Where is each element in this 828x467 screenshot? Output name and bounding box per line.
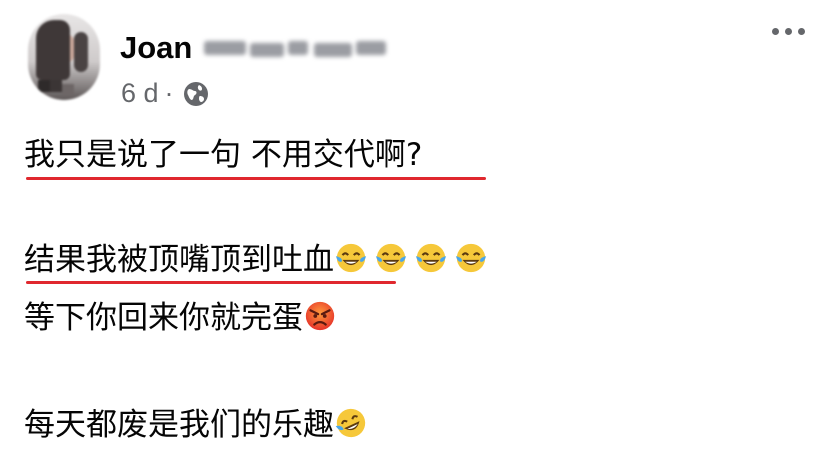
globe-icon[interactable] (182, 80, 210, 108)
red-underline-1 (26, 177, 486, 180)
tears-of-joy-emoji-icon (335, 243, 367, 273)
post-text-1: 我只是说了一句 不用交代啊? (24, 137, 423, 173)
angry-face-emoji-icon (305, 301, 335, 331)
post-meta: 6 d · (121, 78, 210, 109)
rolling-on-floor-laughing-emoji-icon (335, 408, 366, 438)
more-options-icon[interactable] (772, 28, 805, 35)
post-text-4: 每天都废是我们的乐趣 (24, 407, 334, 443)
post-text-line-1: 我只是说了一句 不用交代啊? (24, 135, 422, 175)
meta-separator: · (164, 78, 174, 108)
author-avatar[interactable] (28, 14, 100, 100)
tears-of-joy-emoji-icon (455, 243, 487, 273)
red-underline-2 (26, 281, 396, 284)
author-name-row[interactable]: Joan (120, 28, 388, 68)
post-text-line-3: 等下你回来你就完蛋 (24, 298, 343, 338)
tears-of-joy-emoji-icon (375, 243, 407, 273)
post-text-line-2: 结果我被顶嘴顶到吐血 (24, 240, 494, 280)
post-timestamp[interactable]: 6 d (121, 78, 159, 109)
redacted-surname (204, 35, 388, 61)
author-name[interactable]: Joan (120, 30, 192, 66)
post-text-line-4: 每天都废是我们的乐趣 (24, 405, 374, 445)
tears-of-joy-emoji-icon (415, 243, 447, 273)
post-text-2: 结果我被顶嘴顶到吐血 (24, 242, 334, 278)
post-text-3: 等下你回来你就完蛋 (24, 300, 303, 336)
